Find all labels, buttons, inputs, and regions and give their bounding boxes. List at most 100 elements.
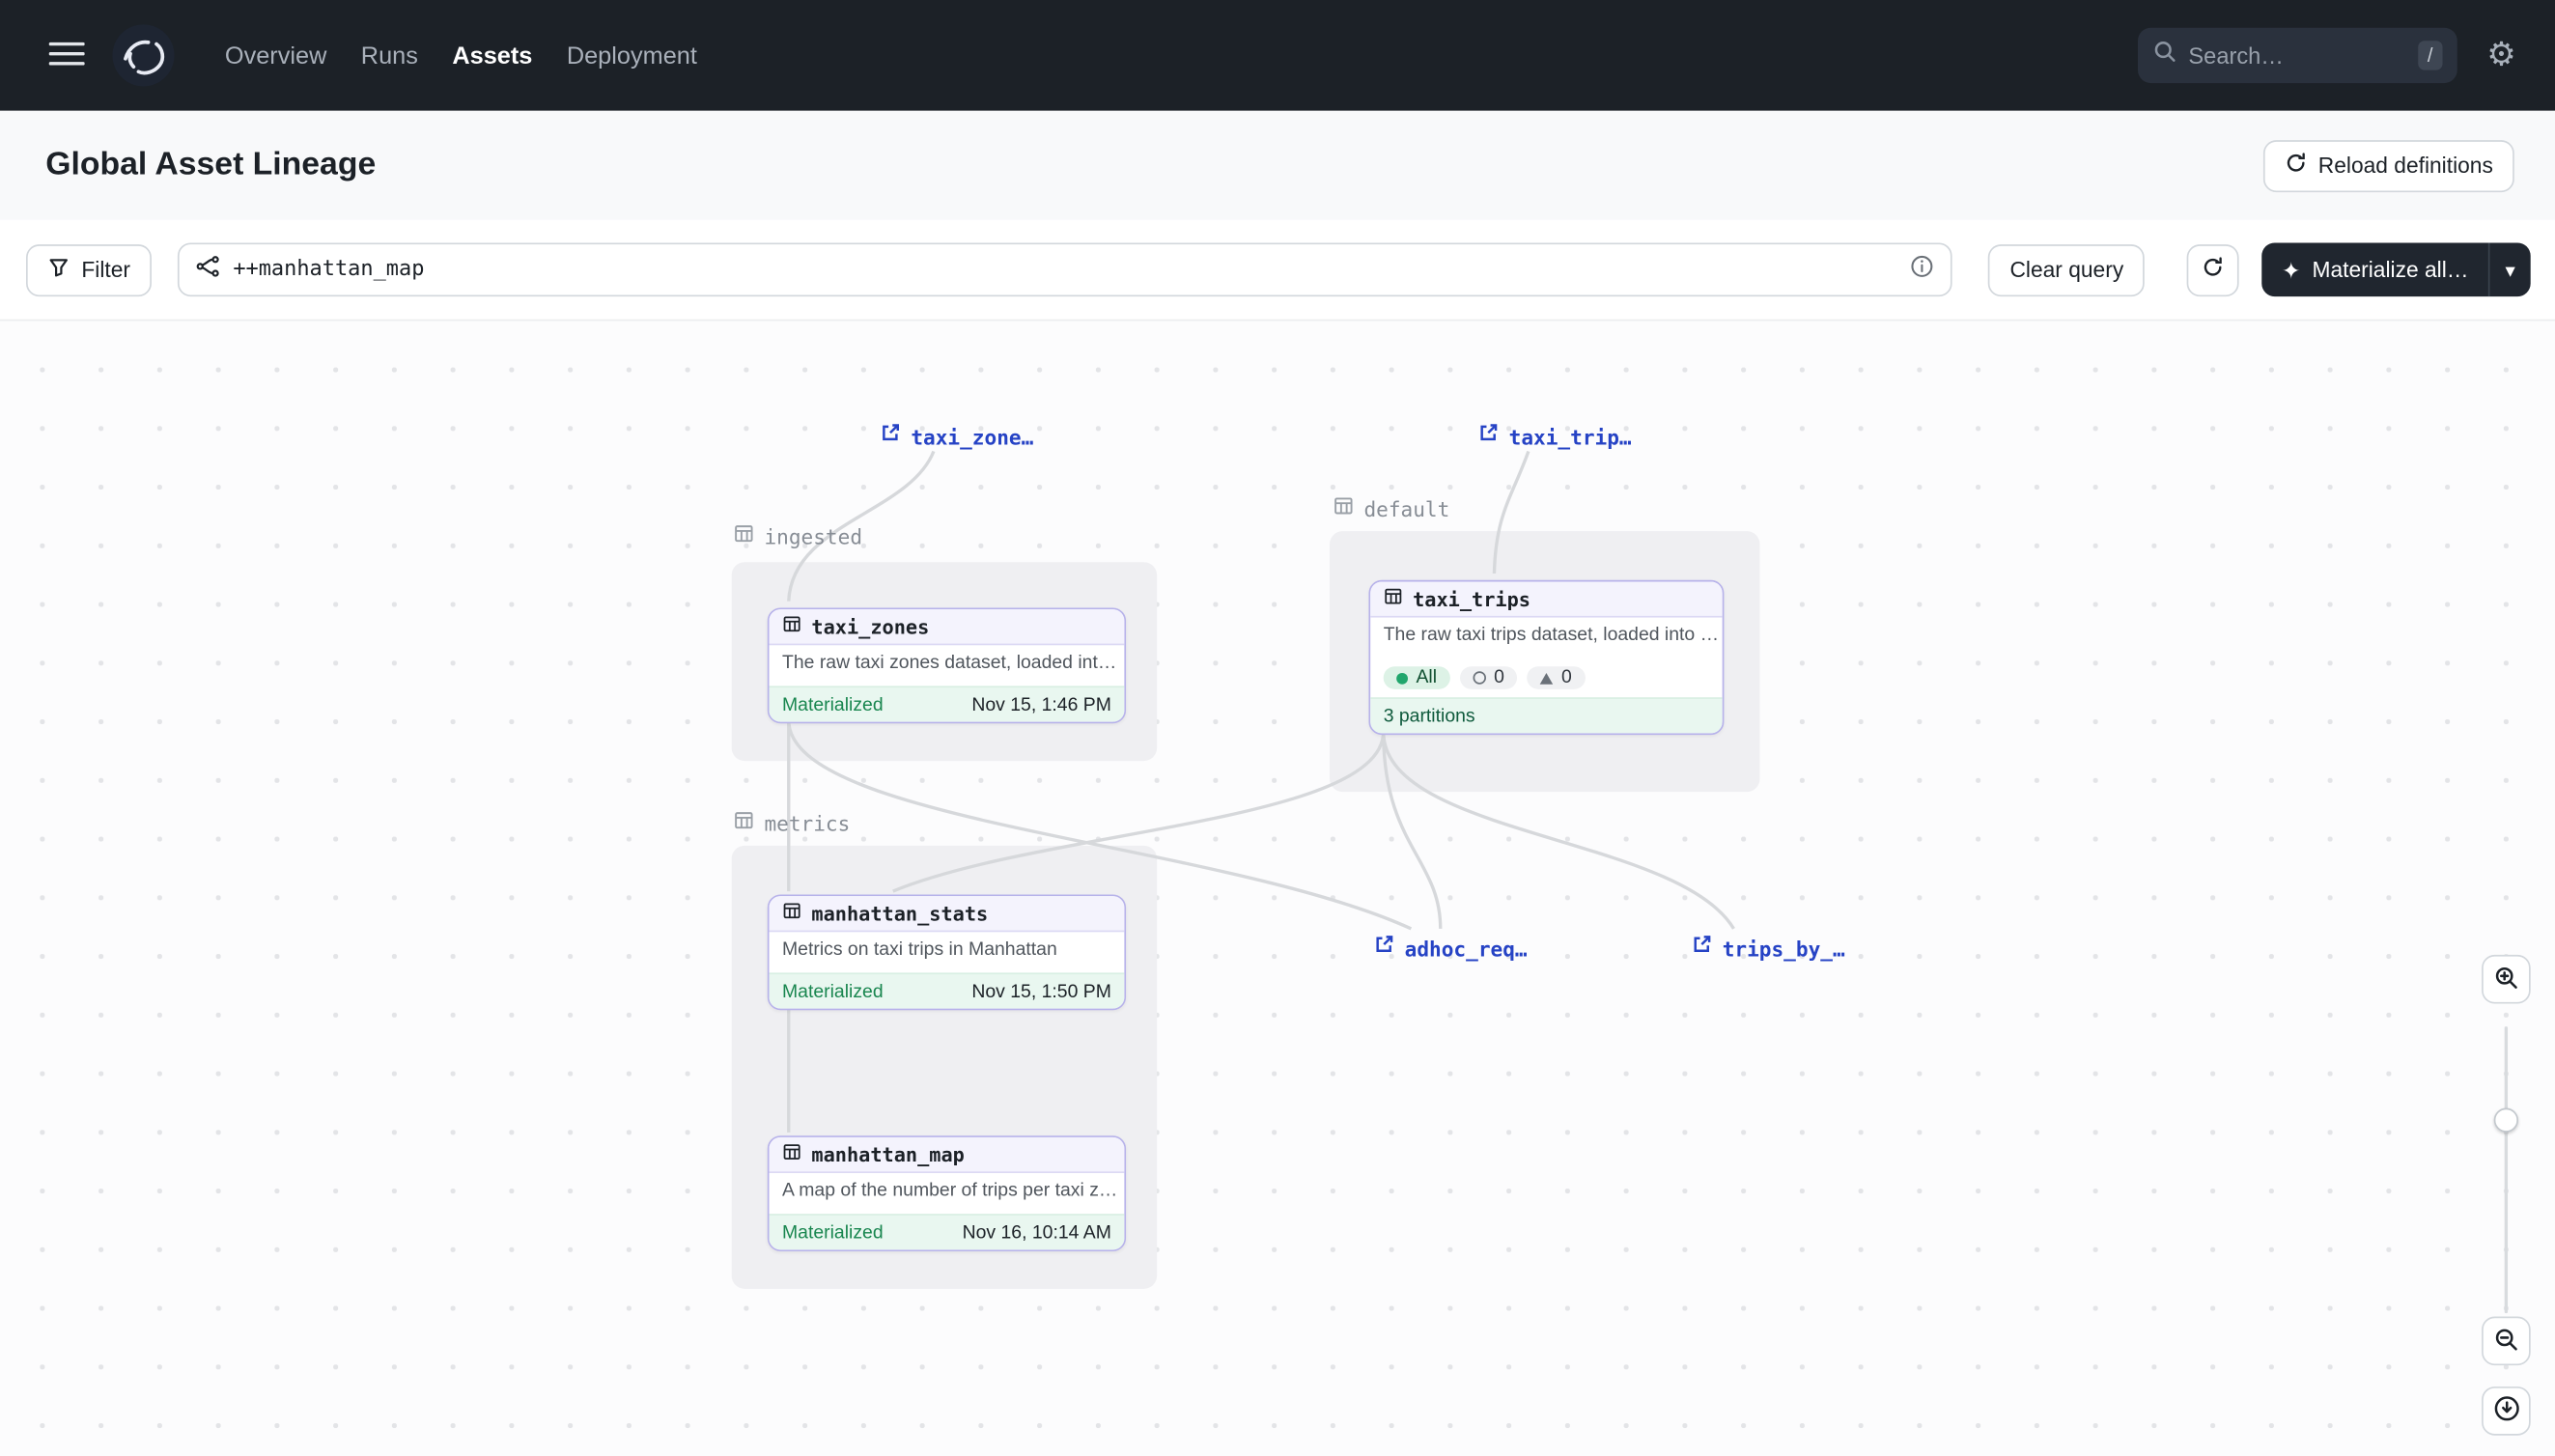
asset-name: manhattan_map [811, 1143, 964, 1166]
table-icon [782, 899, 801, 928]
asset-name: taxi_zones [811, 615, 929, 638]
reload-definitions-label: Reload definitions [2318, 154, 2493, 178]
global-search[interactable]: / [2138, 28, 2457, 83]
materialize-dropdown-button[interactable]: ▾ [2488, 242, 2531, 296]
materialize-all-button[interactable]: ✦ Materialize all… [2262, 242, 2488, 296]
asset-description: A map of the number of trips per taxi z… [770, 1173, 1125, 1214]
asset-node-taxi-trips[interactable]: taxi_trips The raw taxi trips dataset, l… [1369, 580, 1725, 735]
external-asset-label: adhoc_req… [1405, 936, 1528, 960]
group-label-metrics[interactable]: metrics [733, 810, 850, 836]
group-icon [733, 810, 754, 836]
external-link-icon [1374, 934, 1395, 963]
external-link-icon [1692, 934, 1713, 963]
materialize-all-label: Materialize all… [2313, 258, 2469, 282]
asset-node-manhattan-map[interactable]: manhattan_map A map of the number of tri… [768, 1135, 1126, 1251]
chevron-down-icon: ▾ [2506, 258, 2515, 281]
filter-label: Filter [81, 258, 130, 282]
green-dot-icon [1396, 672, 1408, 684]
asset-status: Materialized [782, 1222, 884, 1242]
lineage-edges [0, 321, 2555, 1456]
group-name: ingested [764, 524, 862, 548]
reload-definitions-button[interactable]: Reload definitions [2262, 139, 2513, 191]
partition-count: 3 partitions [1384, 707, 1475, 726]
asset-node-manhattan-stats[interactable]: manhattan_stats Metrics on taxi trips in… [768, 894, 1126, 1010]
asset-selection-input-wrap [178, 242, 1952, 296]
table-icon [782, 1139, 801, 1168]
asset-footer: Materialized Nov 15, 1:50 PM [770, 972, 1125, 1008]
zoom-slider-handle[interactable] [2494, 1108, 2518, 1133]
zoom-out-icon [2493, 1326, 2519, 1357]
external-link-icon [880, 422, 901, 451]
refresh-icon [2284, 152, 2307, 180]
partition-badge-label: All [1416, 668, 1437, 687]
search-input[interactable] [2188, 42, 2406, 69]
nav-runs[interactable]: Runs [357, 35, 421, 75]
nav-overview[interactable]: Overview [222, 35, 330, 75]
refresh-graph-button[interactable] [2187, 243, 2239, 295]
asset-node-header: taxi_trips [1370, 581, 1723, 617]
asset-footer: Materialized Nov 16, 10:14 AM [770, 1214, 1125, 1249]
partition-badge-failed[interactable]: 0 [1528, 666, 1586, 689]
asset-node-taxi-zones[interactable]: taxi_zones The raw taxi zones dataset, l… [768, 607, 1126, 723]
download-view-button[interactable] [2482, 1386, 2531, 1436]
external-asset-trips-by-week[interactable]: trips_by_… [1692, 934, 1845, 963]
asset-status: Materialized [782, 695, 884, 714]
zoom-slider[interactable] [2482, 1026, 2531, 1313]
group-icon [733, 523, 754, 549]
external-asset-taxi-trip-file[interactable]: taxi_trip… [1478, 422, 1632, 451]
settings-gear-button[interactable]: ⚙ [2486, 40, 2515, 72]
clear-query-button[interactable]: Clear query [1989, 243, 2146, 295]
filter-button[interactable]: Filter [26, 243, 152, 295]
zoom-out-button[interactable] [2482, 1317, 2531, 1366]
asset-description: The raw taxi zones dataset, loaded int… [770, 645, 1125, 686]
table-icon [782, 612, 801, 641]
lineage-toolbar: Filter Clear query ✦ Materialize all… ▾ [0, 220, 2555, 320]
external-asset-adhoc-request[interactable]: adhoc_req… [1374, 934, 1528, 963]
external-asset-taxi-zone-file[interactable]: taxi_zone… [880, 422, 1033, 451]
hamburger-menu-button[interactable] [40, 28, 95, 83]
funnel-icon [47, 256, 70, 284]
asset-node-header: manhattan_map [770, 1137, 1125, 1173]
asset-description: Metrics on taxi trips in Manhattan [770, 932, 1125, 972]
lineage-canvas[interactable]: taxi_zone… taxi_trip… adhoc_req… trips_b… [0, 320, 2555, 1456]
download-icon [2492, 1395, 2520, 1428]
search-icon [2152, 40, 2176, 72]
external-link-icon [1478, 422, 1500, 451]
hamburger-icon [49, 40, 85, 70]
zoom-in-icon [2493, 964, 2519, 994]
group-label-ingested[interactable]: ingested [733, 523, 862, 549]
page-header: Global Asset Lineage Reload definitions [0, 111, 2555, 220]
info-icon[interactable] [1911, 253, 1935, 286]
asset-selection-input[interactable] [233, 258, 1897, 282]
external-asset-label: taxi_trip… [1509, 425, 1632, 449]
asset-name: manhattan_stats [811, 902, 988, 925]
group-label-default[interactable]: default [1333, 495, 1449, 521]
nav-deployment[interactable]: Deployment [563, 35, 700, 75]
asset-footer: 3 partitions [1370, 697, 1723, 733]
top-nav: Overview Runs Assets Deployment / ⚙ [0, 0, 2555, 111]
warning-triangle-icon [1540, 672, 1554, 684]
search-shortcut-key: / [2418, 41, 2443, 70]
nav-assets[interactable]: Assets [449, 35, 536, 75]
dagster-app: Overview Runs Assets Deployment / ⚙ Glob… [0, 0, 2555, 1456]
asset-status: Materialized [782, 982, 884, 1001]
asset-footer: Materialized Nov 15, 1:46 PM [770, 686, 1125, 721]
group-icon [1333, 495, 1354, 521]
asset-name: taxi_trips [1413, 587, 1530, 610]
page-title: Global Asset Lineage [45, 147, 376, 184]
group-name: default [1363, 496, 1449, 520]
external-asset-label: taxi_zone… [911, 425, 1033, 449]
partition-status-badges: All 0 0 [1370, 658, 1723, 698]
zoom-slider-track [2505, 1026, 2508, 1313]
asset-timestamp: Nov 15, 1:46 PM [971, 695, 1111, 714]
primary-nav: Overview Runs Assets Deployment [222, 35, 701, 75]
asset-timestamp: Nov 16, 10:14 AM [963, 1222, 1111, 1242]
canvas-view-controls [2482, 955, 2531, 1436]
asset-timestamp: Nov 15, 1:50 PM [971, 982, 1111, 1001]
partition-badge-missing[interactable]: 0 [1460, 666, 1518, 689]
dagster-logo[interactable] [111, 23, 177, 89]
asset-node-header: manhattan_stats [770, 896, 1125, 932]
partition-badge-count: 0 [1561, 668, 1572, 687]
partition-badge-materialized[interactable]: All [1384, 666, 1450, 689]
zoom-in-button[interactable] [2482, 955, 2531, 1004]
